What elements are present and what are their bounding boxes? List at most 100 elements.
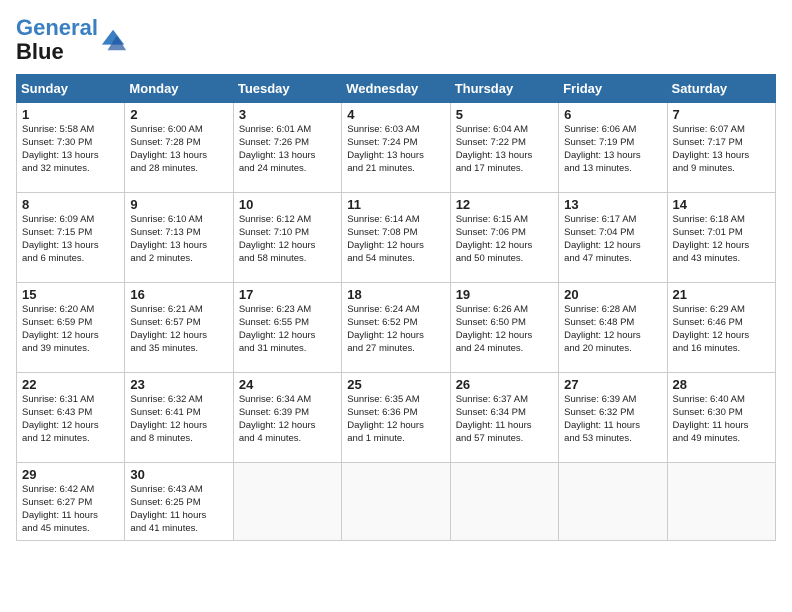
- calendar-cell: 8 Sunrise: 6:09 AM Sunset: 7:15 PM Daylig…: [17, 193, 125, 283]
- calendar-cell: 4Sunrise: 6:03 AM Sunset: 7:24 PM Daylig…: [342, 103, 450, 193]
- day-number: 13: [564, 197, 661, 212]
- day-number: 10: [239, 197, 336, 212]
- day-number: 26: [456, 377, 553, 392]
- calendar-cell: 9 Sunrise: 6:10 AM Sunset: 7:13 PM Daylig…: [125, 193, 233, 283]
- calendar-row-4: 29 Sunrise: 6:42 AM Sunset: 6:27 PM Dayli…: [17, 463, 776, 540]
- calendar-cell: 14 Sunrise: 6:18 AM Sunset: 7:01 PM Dayli…: [667, 193, 775, 283]
- calendar-cell: 19Sunrise: 6:26 AM Sunset: 6:50 PM Dayli…: [450, 283, 558, 373]
- day-number: 27: [564, 377, 661, 392]
- calendar-cell: 16 Sunrise: 6:21 AM Sunset: 6:57 PM Dayli…: [125, 283, 233, 373]
- day-info: Sunrise: 6:09 AM Sunset: 7:15 PM Dayligh…: [22, 214, 119, 265]
- day-number: 18: [347, 287, 444, 302]
- calendar-cell: 29 Sunrise: 6:42 AM Sunset: 6:27 PM Dayli…: [17, 463, 125, 540]
- day-info: Sunrise: 6:31 AM Sunset: 6:43 PM Dayligh…: [22, 394, 119, 445]
- calendar-cell: 21 Sunrise: 6:29 AM Sunset: 6:46 PM Dayli…: [667, 283, 775, 373]
- day-info: Sunrise: 6:12 AM Sunset: 7:10 PM Dayligh…: [239, 214, 336, 265]
- calendar-table: SundayMondayTuesdayWednesdayThursdayFrid…: [16, 74, 776, 540]
- calendar-header-row: SundayMondayTuesdayWednesdayThursdayFrid…: [17, 75, 776, 103]
- calendar-body: 1 Sunrise: 5:58 AM Sunset: 7:30 PM Daylig…: [17, 103, 776, 540]
- day-info: Sunrise: 6:14 AM Sunset: 7:08 PM Dayligh…: [347, 214, 444, 265]
- day-number: 17: [239, 287, 336, 302]
- day-info: Sunrise: 6:17 AM Sunset: 7:04 PM Dayligh…: [564, 214, 661, 265]
- day-number: 12: [456, 197, 553, 212]
- calendar-cell: 13 Sunrise: 6:17 AM Sunset: 7:04 PM Dayli…: [559, 193, 667, 283]
- day-info: Sunrise: 6:35 AM Sunset: 6:36 PM Dayligh…: [347, 394, 444, 445]
- day-header-thursday: Thursday: [450, 75, 558, 103]
- calendar-cell: 17 Sunrise: 6:23 AM Sunset: 6:55 PM Dayli…: [233, 283, 341, 373]
- day-info: Sunrise: 6:00 AM Sunset: 7:28 PM Dayligh…: [130, 124, 227, 175]
- day-info: Sunrise: 6:28 AM Sunset: 6:48 PM Dayligh…: [564, 304, 661, 355]
- day-number: 5: [456, 107, 553, 122]
- day-header-sunday: Sunday: [17, 75, 125, 103]
- day-number: 3: [239, 107, 336, 122]
- day-info: Sunrise: 6:18 AM Sunset: 7:01 PM Dayligh…: [673, 214, 770, 265]
- day-number: 11: [347, 197, 444, 212]
- day-info: Sunrise: 6:24 AM Sunset: 6:52 PM Dayligh…: [347, 304, 444, 355]
- calendar-row-1: 8 Sunrise: 6:09 AM Sunset: 7:15 PM Daylig…: [17, 193, 776, 283]
- day-info: Sunrise: 6:04 AM Sunset: 7:22 PM Dayligh…: [456, 124, 553, 175]
- day-info: Sunrise: 6:10 AM Sunset: 7:13 PM Dayligh…: [130, 214, 227, 265]
- calendar-cell: 11 Sunrise: 6:14 AM Sunset: 7:08 PM Dayli…: [342, 193, 450, 283]
- day-number: 1: [22, 107, 119, 122]
- day-number: 2: [130, 107, 227, 122]
- day-info: Sunrise: 6:26 AM Sunset: 6:50 PM Dayligh…: [456, 304, 553, 355]
- calendar-cell: 25Sunrise: 6:35 AM Sunset: 6:36 PM Dayli…: [342, 373, 450, 463]
- day-header-tuesday: Tuesday: [233, 75, 341, 103]
- day-header-friday: Friday: [559, 75, 667, 103]
- day-number: 4: [347, 107, 444, 122]
- day-header-monday: Monday: [125, 75, 233, 103]
- day-info: Sunrise: 6:39 AM Sunset: 6:32 PM Dayligh…: [564, 394, 661, 445]
- day-number: 9: [130, 197, 227, 212]
- calendar-cell: 2 Sunrise: 6:00 AM Sunset: 7:28 PM Daylig…: [125, 103, 233, 193]
- calendar-row-3: 22Sunrise: 6:31 AM Sunset: 6:43 PM Dayli…: [17, 373, 776, 463]
- day-number: 8: [22, 197, 119, 212]
- logo: General Blue: [16, 16, 128, 64]
- day-info: Sunrise: 6:01 AM Sunset: 7:26 PM Dayligh…: [239, 124, 336, 175]
- calendar-cell: 22Sunrise: 6:31 AM Sunset: 6:43 PM Dayli…: [17, 373, 125, 463]
- day-number: 21: [673, 287, 770, 302]
- day-number: 6: [564, 107, 661, 122]
- page-header: General Blue: [16, 16, 776, 64]
- calendar-cell: 18 Sunrise: 6:24 AM Sunset: 6:52 PM Dayli…: [342, 283, 450, 373]
- day-number: 29: [22, 467, 119, 482]
- day-number: 14: [673, 197, 770, 212]
- calendar-cell: 3 Sunrise: 6:01 AM Sunset: 7:26 PM Daylig…: [233, 103, 341, 193]
- calendar-cell: [559, 463, 667, 540]
- day-number: 7: [673, 107, 770, 122]
- day-info: Sunrise: 6:21 AM Sunset: 6:57 PM Dayligh…: [130, 304, 227, 355]
- logo-text: General Blue: [16, 16, 98, 64]
- day-info: Sunrise: 6:37 AM Sunset: 6:34 PM Dayligh…: [456, 394, 553, 445]
- calendar-cell: 10 Sunrise: 6:12 AM Sunset: 7:10 PM Dayli…: [233, 193, 341, 283]
- day-info: Sunrise: 6:06 AM Sunset: 7:19 PM Dayligh…: [564, 124, 661, 175]
- calendar-cell: 7Sunrise: 6:07 AM Sunset: 7:17 PM Daylig…: [667, 103, 775, 193]
- calendar-cell: [450, 463, 558, 540]
- calendar-cell: 30 Sunrise: 6:43 AM Sunset: 6:25 PM Dayli…: [125, 463, 233, 540]
- calendar-row-2: 15Sunrise: 6:20 AM Sunset: 6:59 PM Dayli…: [17, 283, 776, 373]
- day-info: Sunrise: 6:34 AM Sunset: 6:39 PM Dayligh…: [239, 394, 336, 445]
- calendar-row-0: 1 Sunrise: 5:58 AM Sunset: 7:30 PM Daylig…: [17, 103, 776, 193]
- day-info: Sunrise: 6:23 AM Sunset: 6:55 PM Dayligh…: [239, 304, 336, 355]
- calendar-cell: 27 Sunrise: 6:39 AM Sunset: 6:32 PM Dayli…: [559, 373, 667, 463]
- calendar-cell: 5 Sunrise: 6:04 AM Sunset: 7:22 PM Daylig…: [450, 103, 558, 193]
- day-info: Sunrise: 6:40 AM Sunset: 6:30 PM Dayligh…: [673, 394, 770, 445]
- calendar-cell: [233, 463, 341, 540]
- day-number: 16: [130, 287, 227, 302]
- day-number: 28: [673, 377, 770, 392]
- calendar-cell: 28 Sunrise: 6:40 AM Sunset: 6:30 PM Dayli…: [667, 373, 775, 463]
- day-header-saturday: Saturday: [667, 75, 775, 103]
- day-info: Sunrise: 6:42 AM Sunset: 6:27 PM Dayligh…: [22, 484, 119, 535]
- calendar-cell: [667, 463, 775, 540]
- day-info: Sunrise: 5:58 AM Sunset: 7:30 PM Dayligh…: [22, 124, 119, 175]
- calendar-cell: 15Sunrise: 6:20 AM Sunset: 6:59 PM Dayli…: [17, 283, 125, 373]
- day-info: Sunrise: 6:15 AM Sunset: 7:06 PM Dayligh…: [456, 214, 553, 265]
- day-info: Sunrise: 6:29 AM Sunset: 6:46 PM Dayligh…: [673, 304, 770, 355]
- calendar-cell: 6 Sunrise: 6:06 AM Sunset: 7:19 PM Daylig…: [559, 103, 667, 193]
- logo-icon: [100, 26, 128, 54]
- calendar-cell: 24 Sunrise: 6:34 AM Sunset: 6:39 PM Dayli…: [233, 373, 341, 463]
- day-number: 23: [130, 377, 227, 392]
- calendar-cell: 1 Sunrise: 5:58 AM Sunset: 7:30 PM Daylig…: [17, 103, 125, 193]
- calendar-cell: 12 Sunrise: 6:15 AM Sunset: 7:06 PM Dayli…: [450, 193, 558, 283]
- day-number: 24: [239, 377, 336, 392]
- day-number: 30: [130, 467, 227, 482]
- day-info: Sunrise: 6:43 AM Sunset: 6:25 PM Dayligh…: [130, 484, 227, 535]
